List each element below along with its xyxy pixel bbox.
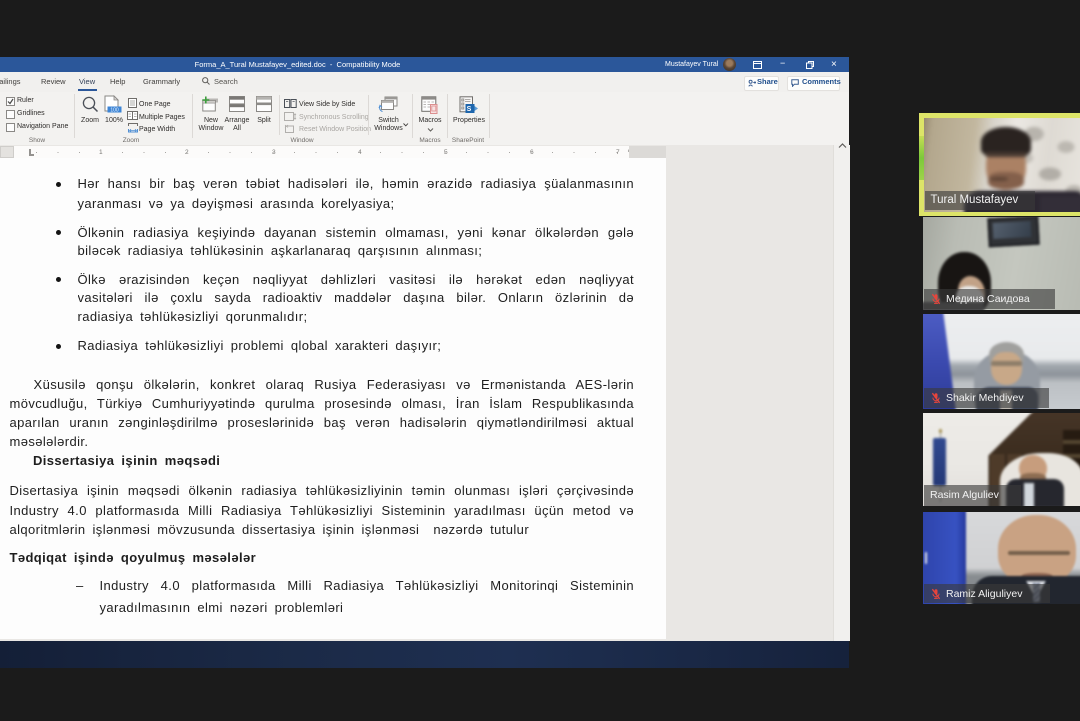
- svg-text:100: 100: [110, 107, 119, 113]
- svg-text:S: S: [467, 106, 472, 113]
